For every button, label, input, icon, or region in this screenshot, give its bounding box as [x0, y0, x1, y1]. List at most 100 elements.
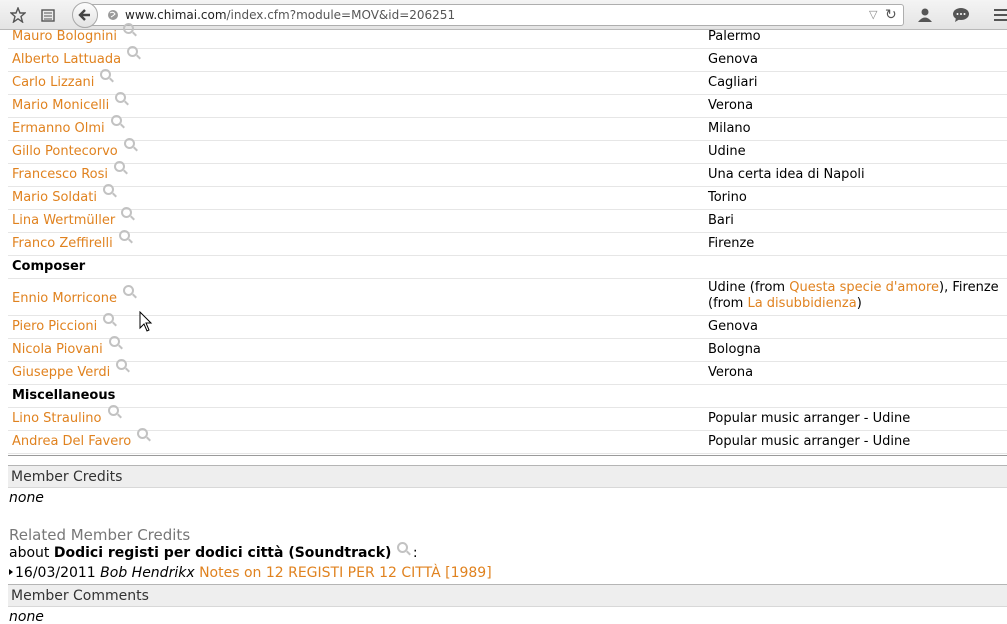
- magnifier-icon[interactable]: [115, 92, 127, 103]
- browser-toolbar: www.chimai.com/index.cfm?module=MOV&id=2…: [0, 0, 1007, 30]
- bullet-icon: [9, 569, 13, 575]
- table-row: Ennio Morricone Udine (from Questa speci…: [8, 279, 1007, 316]
- magnifier-icon[interactable]: [121, 207, 133, 218]
- member-credits-title: Member Credits: [11, 469, 123, 485]
- url-text[interactable]: www.chimai.com/index.cfm?module=MOV&id=2…: [125, 8, 455, 22]
- note-date: 16/03/2011: [15, 565, 101, 581]
- person-link[interactable]: Nicola Piovani: [12, 336, 120, 357]
- table-row: Lino Straulino Popular music arranger - …: [8, 405, 1007, 431]
- person-link[interactable]: Piero Piccioni: [12, 313, 115, 334]
- note-author: Bob Hendrikx: [100, 565, 195, 581]
- person-link[interactable]: Mario Soldati: [12, 184, 114, 205]
- credit-value: Cagliari: [708, 75, 758, 90]
- site-globe-icon: [108, 10, 118, 20]
- account-icon[interactable]: [914, 4, 936, 26]
- magnifier-icon[interactable]: [107, 405, 119, 416]
- person-link[interactable]: Mario Monicelli: [12, 92, 127, 113]
- credit-value: Bologna: [708, 342, 761, 357]
- magnifier-icon[interactable]: [114, 161, 126, 172]
- back-arrow-icon: [78, 9, 90, 21]
- credit-value: Popular music arranger - Udine: [708, 434, 911, 449]
- magnifier-icon[interactable]: [122, 285, 134, 296]
- credit-value: Genova: [708, 52, 758, 67]
- table-row: Mario Soldati Torino: [8, 184, 1007, 210]
- credit-value: Bari: [708, 213, 734, 228]
- composer-heading: Composer: [12, 259, 86, 274]
- person-link[interactable]: Gillo Pontecorvo: [12, 138, 135, 159]
- section-header-row: Miscellaneous: [8, 385, 1007, 408]
- person-link[interactable]: Andrea Del Favero: [12, 428, 149, 449]
- magnifier-icon[interactable]: [123, 138, 135, 149]
- movie-link[interactable]: Questa specie d'amore: [789, 280, 939, 295]
- table-row: Gillo Pontecorvo Udine: [8, 138, 1007, 164]
- credit-value: Genova: [708, 319, 758, 334]
- person-link[interactable]: Ermanno Olmi: [12, 115, 122, 136]
- movie-link[interactable]: La disubbidienza: [747, 296, 856, 311]
- table-row: Piero Piccioni Genova: [8, 313, 1007, 339]
- person-link[interactable]: Lino Straulino: [12, 405, 119, 426]
- person-link[interactable]: Francesco Rosi: [12, 161, 126, 182]
- credit-value: Palermo: [708, 29, 761, 44]
- credit-value: Milano: [708, 121, 751, 136]
- table-row: Mario Monicelli Verona: [8, 92, 1007, 118]
- member-credits-empty: none: [9, 490, 44, 506]
- back-button[interactable]: [72, 2, 98, 28]
- table-row: Lina Wertmüller Bari: [8, 207, 1007, 233]
- magnifier-icon[interactable]: [116, 359, 128, 370]
- person-link[interactable]: Franco Zeffirelli: [12, 230, 130, 251]
- magnifier-icon[interactable]: [122, 23, 134, 34]
- magnifier-icon[interactable]: [397, 542, 409, 553]
- magnifier-icon[interactable]: [137, 428, 149, 439]
- table-bottom-border: [8, 454, 1007, 456]
- bookmarks-library-icon[interactable]: [37, 4, 59, 26]
- table-row: Mauro Bolognini Palermo: [8, 23, 1007, 49]
- person-link[interactable]: Giuseppe Verdi: [12, 359, 128, 380]
- table-row: Giuseppe Verdi Verona: [8, 359, 1007, 385]
- credit-value: Udine: [708, 144, 746, 159]
- member-comments-header: Member Comments: [8, 584, 1007, 607]
- table-row: Franco Zeffirelli Firenze: [8, 230, 1007, 256]
- member-credits-header: Member Credits: [8, 465, 1007, 488]
- menu-icon[interactable]: [990, 4, 1007, 26]
- table-row: Andrea Del Favero Popular music arranger…: [8, 428, 1007, 454]
- related-about-line: about Dodici registi per dodici città (S…: [9, 542, 418, 561]
- related-note-item: 16/03/2011 Bob Hendrikx Notes on 12 REGI…: [9, 565, 492, 581]
- magnifier-icon[interactable]: [100, 69, 112, 80]
- credit-value: Una certa idea di Napoli: [708, 167, 865, 182]
- credit-value: Udine (from Questa specie d'amore), Fire…: [708, 280, 999, 311]
- magnifier-icon[interactable]: [118, 230, 130, 241]
- credit-value: Verona: [708, 98, 754, 113]
- magnifier-icon[interactable]: [127, 46, 139, 57]
- bookmark-star-icon[interactable]: [7, 4, 29, 26]
- table-row: Carlo Lizzani Cagliari: [8, 69, 1007, 95]
- about-prefix: about: [9, 545, 54, 561]
- url-bar[interactable]: www.chimai.com/index.cfm?module=MOV&id=2…: [84, 4, 904, 26]
- credit-value: Torino: [708, 190, 747, 205]
- table-row: Nicola Piovani Bologna: [8, 336, 1007, 362]
- member-comments-title: Member Comments: [11, 588, 149, 604]
- magnifier-icon[interactable]: [102, 184, 114, 195]
- credits-table: Mauro Bolognini Palermo Alberto Lattuada…: [8, 23, 1007, 456]
- magnifier-icon[interactable]: [110, 115, 122, 126]
- magnifier-icon[interactable]: [108, 336, 120, 347]
- table-row: Ermanno Olmi Milano: [8, 115, 1007, 141]
- person-link[interactable]: Lina Wertmüller: [12, 207, 133, 228]
- note-link[interactable]: Notes on 12 REGISTI PER 12 CITTÀ [1989]: [199, 565, 492, 581]
- section-header-row: Composer: [8, 256, 1007, 279]
- person-link[interactable]: Alberto Lattuada: [12, 46, 139, 67]
- credit-value: Popular music arranger - Udine: [708, 411, 911, 426]
- person-link[interactable]: Mauro Bolognini: [12, 23, 134, 44]
- mouse-cursor-icon: [139, 311, 153, 332]
- credit-value: Firenze: [708, 236, 755, 251]
- credit-value: Verona: [708, 365, 754, 380]
- person-link[interactable]: Carlo Lizzani: [12, 69, 112, 90]
- person-link[interactable]: Ennio Morricone: [12, 285, 134, 306]
- table-row: Alberto Lattuada Genova: [8, 46, 1007, 72]
- reload-icon[interactable]: ↻: [885, 7, 897, 23]
- chat-icon[interactable]: [950, 4, 972, 26]
- related-credits-title: Related Member Credits: [9, 526, 191, 544]
- magnifier-icon[interactable]: [103, 313, 115, 324]
- url-dropdown-icon[interactable]: ▽: [869, 8, 877, 21]
- member-comments-empty: none: [9, 609, 44, 624]
- soundtrack-title: Dodici registi per dodici città (Soundtr…: [53, 545, 392, 561]
